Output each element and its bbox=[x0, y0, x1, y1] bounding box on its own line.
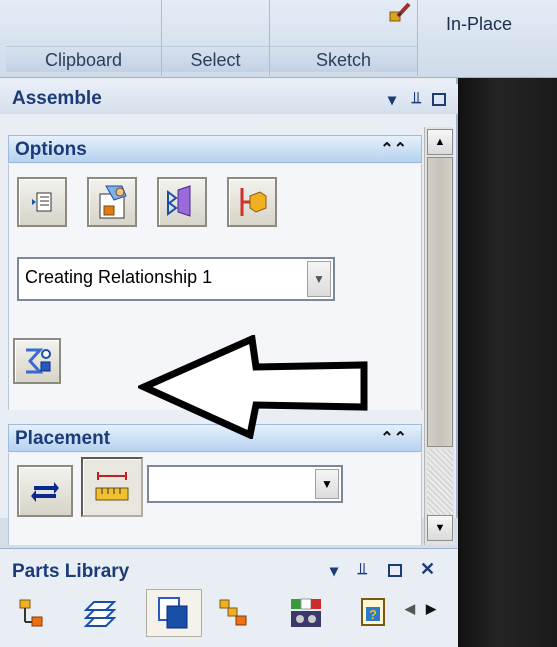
document-icon[interactable]: ? bbox=[356, 595, 392, 631]
part-select-icon[interactable] bbox=[87, 177, 137, 227]
assemble-panel-titlebar: Assemble ▾ ⫫ bbox=[0, 84, 458, 114]
assemble-panel-title: Assemble bbox=[12, 88, 102, 109]
scroll-track[interactable] bbox=[427, 449, 453, 515]
panel-menu-icon[interactable]: ▾ bbox=[330, 561, 338, 581]
panel-menu-icon[interactable]: ▾ bbox=[388, 90, 396, 110]
layers-icon[interactable] bbox=[82, 595, 118, 631]
parts-library-panel: Parts Library ▾ ⫫ ✕ ? ◀ ▶ bbox=[0, 548, 458, 647]
maximize-icon[interactable] bbox=[388, 564, 402, 577]
placement-section-title: Placement bbox=[15, 428, 111, 449]
copy-parts-icon[interactable] bbox=[146, 589, 202, 637]
close-icon[interactable]: ✕ bbox=[420, 559, 435, 580]
annotation-arrow-icon bbox=[138, 335, 368, 439]
clipboard-group: Clipboard bbox=[6, 0, 162, 76]
pin-icon[interactable]: ⫫ bbox=[412, 90, 421, 108]
clipboard-group-label: Clipboard bbox=[6, 46, 161, 72]
tree-icon[interactable] bbox=[14, 595, 50, 631]
align-faces-icon[interactable] bbox=[157, 177, 207, 227]
relationship-dropdown-value: Creating Relationship 1 bbox=[25, 267, 213, 287]
svg-text:?: ? bbox=[369, 607, 377, 622]
options-scrollbar[interactable]: ▲ ▼ bbox=[424, 127, 454, 545]
select-group-label: Select bbox=[162, 46, 269, 72]
options-section-title: Options bbox=[15, 139, 87, 160]
sketch-pencil-icon[interactable] bbox=[388, 2, 412, 24]
sketch-group-label: Sketch bbox=[270, 46, 417, 72]
placement-dropdown-chevron-icon[interactable]: ▼ bbox=[315, 469, 339, 499]
flip-icon[interactable] bbox=[17, 465, 73, 517]
maximize-icon[interactable] bbox=[432, 93, 446, 106]
pin-icon[interactable]: ⫫ bbox=[358, 561, 367, 579]
sketch-group: Sketch bbox=[270, 0, 418, 76]
relationship-dropdown-chevron-icon[interactable]: ▼ bbox=[307, 261, 331, 297]
list-icon[interactable] bbox=[17, 177, 67, 227]
scroll-thumb[interactable] bbox=[427, 157, 453, 447]
gauge-icon[interactable] bbox=[288, 595, 324, 631]
options-section-header[interactable]: Options ⌃⌃ bbox=[8, 135, 422, 163]
collapse-chevron-icon[interactable]: ⌃⌃ bbox=[380, 428, 407, 448]
placement-section-body: ▼ bbox=[8, 453, 422, 545]
scroll-down-icon[interactable]: ▼ bbox=[427, 515, 453, 541]
inplace-label[interactable]: In-Place bbox=[446, 14, 512, 35]
scroll-up-icon[interactable]: ▲ bbox=[427, 129, 453, 155]
scroll-left-icon[interactable]: ◀ bbox=[405, 601, 415, 617]
select-group: Select bbox=[162, 0, 270, 76]
relationship-types-icon[interactable] bbox=[13, 338, 61, 384]
mate-icon[interactable] bbox=[227, 177, 277, 227]
graphics-viewport[interactable] bbox=[458, 78, 557, 647]
hierarchy-icon[interactable] bbox=[216, 595, 252, 631]
scroll-right-icon[interactable]: ▶ bbox=[426, 601, 436, 617]
parts-library-title: Parts Library bbox=[12, 561, 130, 582]
offset-ruler-icon[interactable] bbox=[81, 457, 143, 517]
ribbon: Clipboard Select Sketch In-Place bbox=[0, 0, 557, 78]
placement-dropdown[interactable]: ▼ bbox=[147, 465, 343, 503]
collapse-chevron-icon[interactable]: ⌃⌃ bbox=[380, 139, 407, 159]
relationship-dropdown[interactable]: Creating Relationship 1 ▼ bbox=[17, 257, 335, 301]
